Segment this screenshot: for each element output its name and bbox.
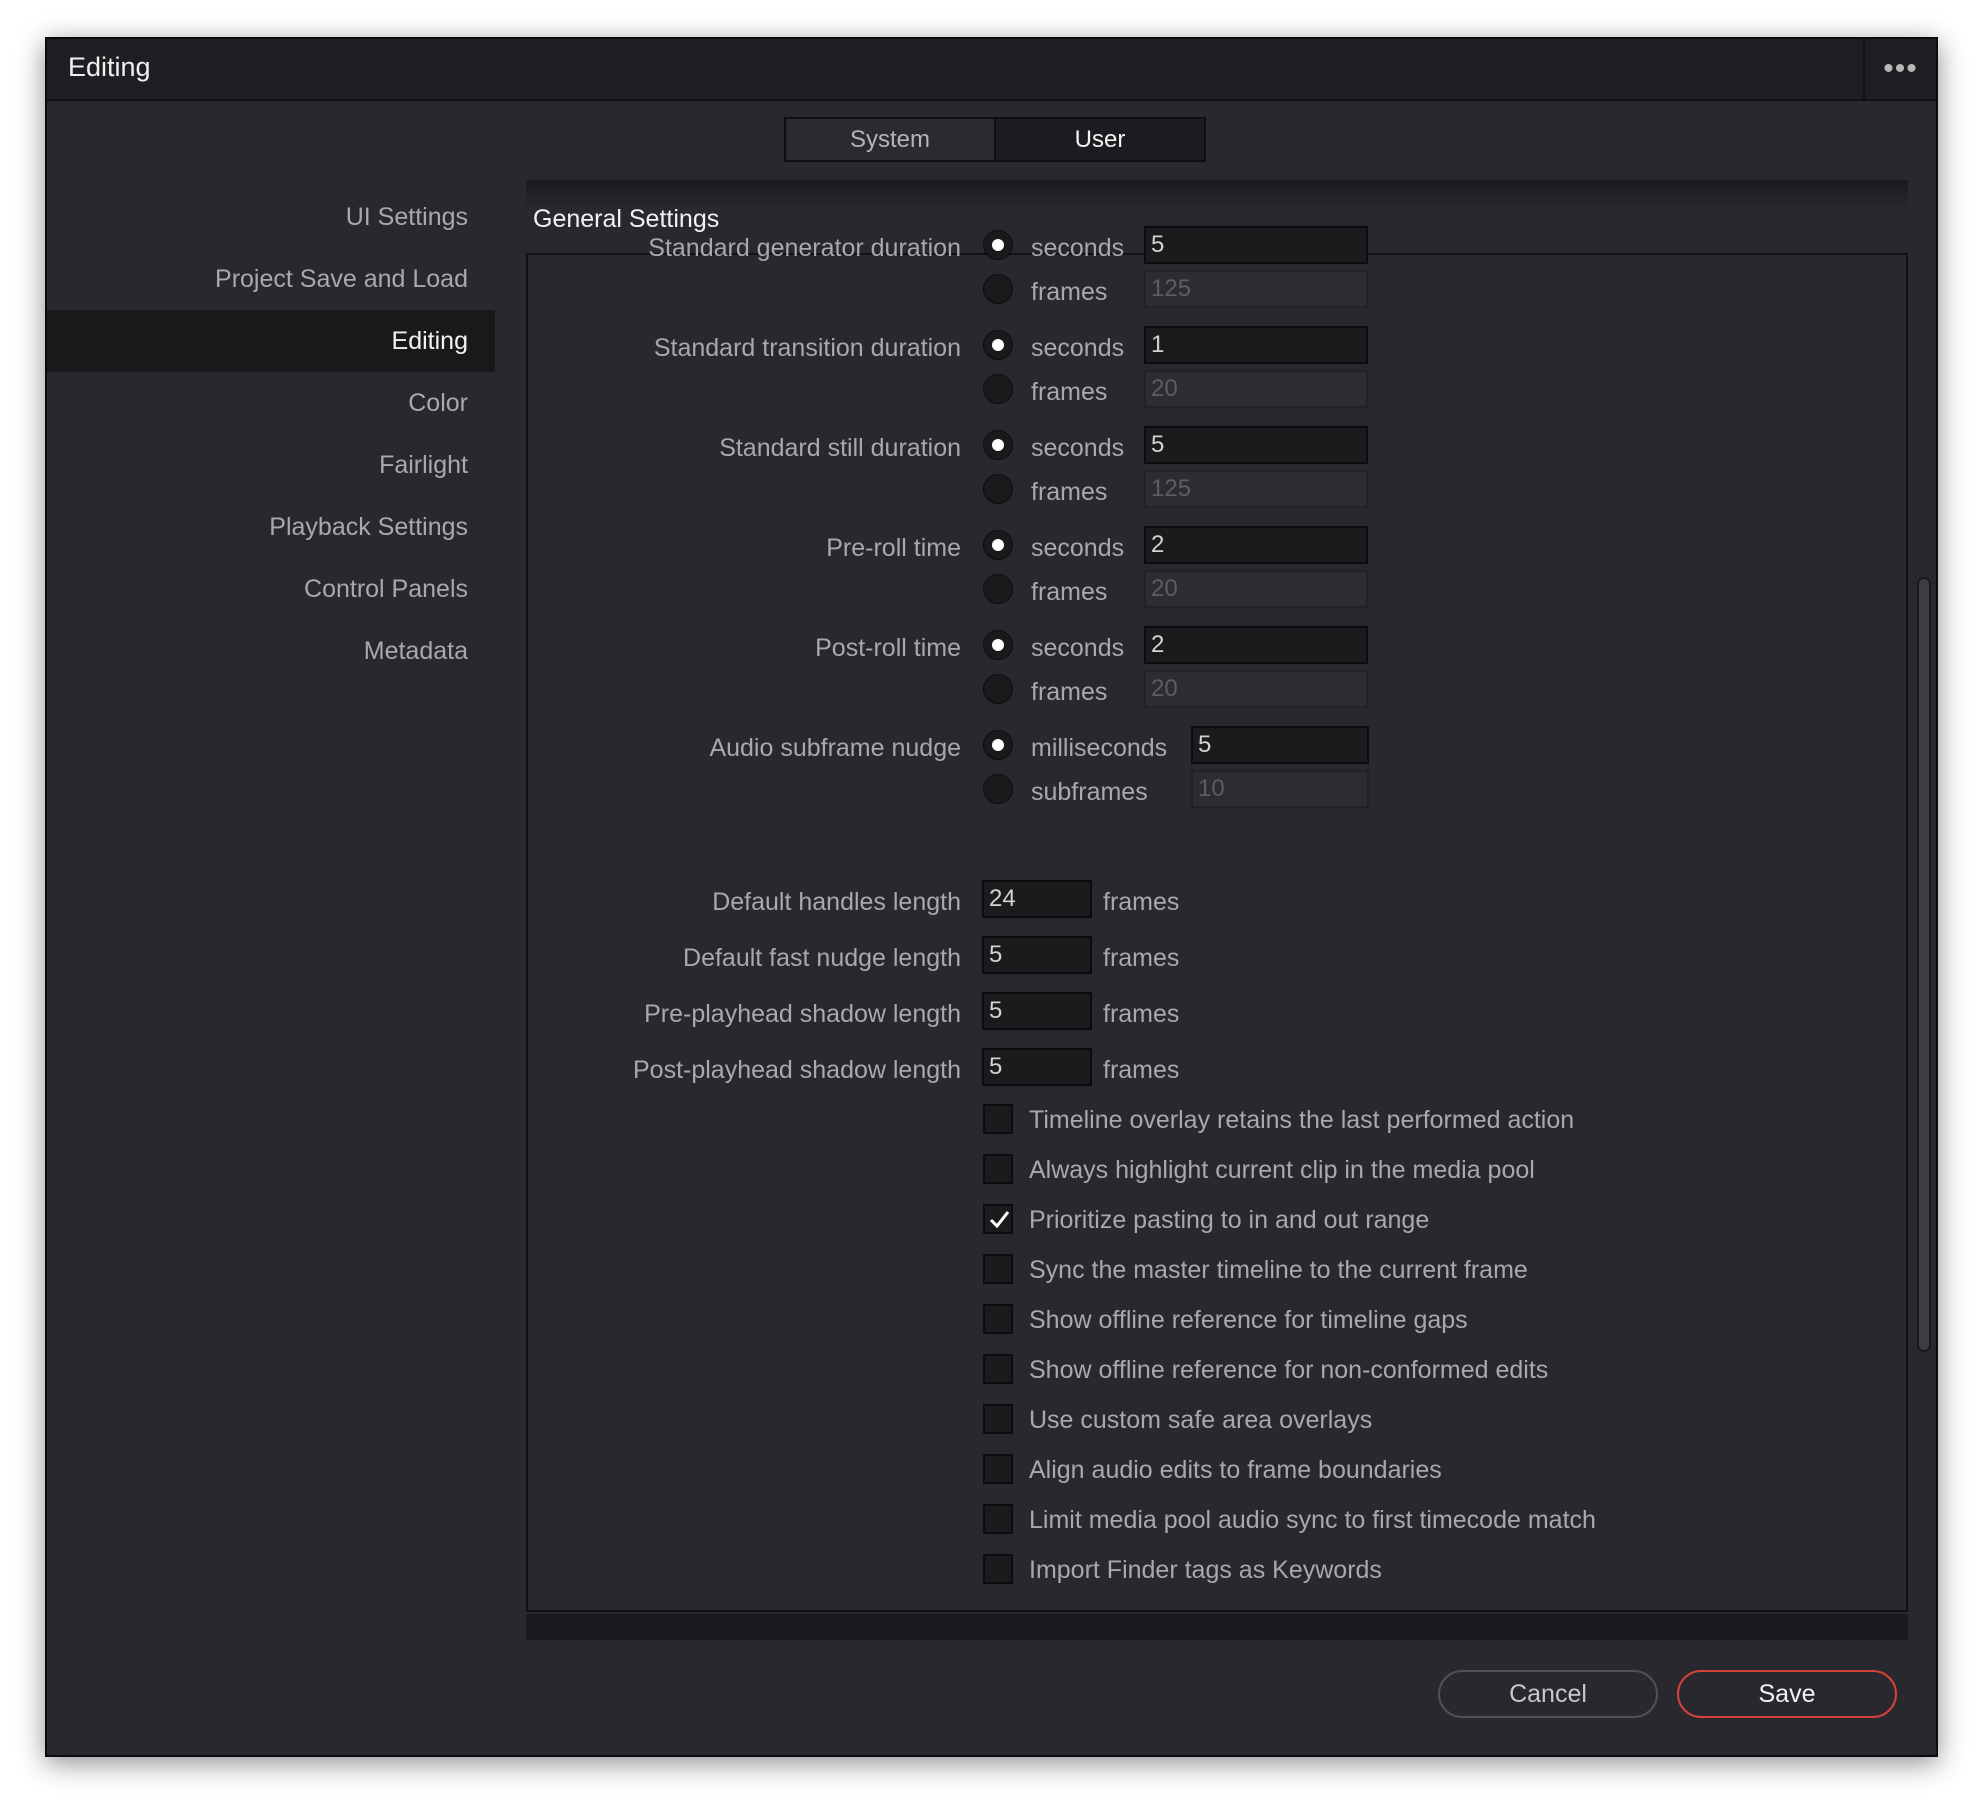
duration-label: Standard still duration bbox=[719, 434, 961, 462]
unit-radio[interactable] bbox=[983, 274, 1013, 304]
unit-radio[interactable] bbox=[983, 630, 1013, 660]
length-label: Default fast nudge length bbox=[683, 944, 961, 972]
title-bar: Editing ••• bbox=[47, 39, 1936, 101]
tab-user[interactable]: User bbox=[994, 119, 1204, 160]
sidebar-item-control-panels[interactable]: Control Panels bbox=[47, 558, 495, 620]
unit-radio[interactable] bbox=[983, 330, 1013, 360]
option-checkbox[interactable] bbox=[983, 1304, 1013, 1334]
length-label: Pre-playhead shadow length bbox=[644, 1000, 961, 1028]
window-title: Editing bbox=[68, 52, 151, 82]
checkbox-label: Align audio edits to frame boundaries bbox=[1029, 1456, 1442, 1484]
unit-label: seconds bbox=[1031, 534, 1125, 562]
unit-label: seconds bbox=[1031, 434, 1125, 462]
duration-value-input[interactable] bbox=[1144, 626, 1368, 664]
unit-radio[interactable] bbox=[983, 474, 1013, 504]
unit-radio[interactable] bbox=[983, 674, 1013, 704]
unit-label: frames bbox=[1031, 478, 1108, 506]
duration-value-input[interactable] bbox=[1144, 470, 1368, 508]
option-checkbox[interactable] bbox=[983, 1454, 1013, 1484]
unit-label: frames bbox=[1031, 378, 1108, 406]
sidebar-item-editing[interactable]: Editing bbox=[47, 310, 495, 372]
duration-label: Post-roll time bbox=[815, 634, 961, 662]
length-unit-label: frames bbox=[1103, 1056, 1180, 1084]
unit-radio[interactable] bbox=[983, 574, 1013, 604]
preferences-window: Editing ••• System User UI Settings Proj… bbox=[45, 37, 1938, 1757]
option-checkbox[interactable] bbox=[983, 1504, 1013, 1534]
section-title: General Settings bbox=[533, 205, 720, 233]
unit-radio[interactable] bbox=[983, 230, 1013, 260]
checkbox-label: Sync the master timeline to the current … bbox=[1029, 1256, 1528, 1284]
duration-value-input[interactable] bbox=[1144, 526, 1368, 564]
checkmark-icon bbox=[989, 1211, 1010, 1229]
length-value-input[interactable] bbox=[982, 880, 1092, 918]
length-value-input[interactable] bbox=[982, 936, 1092, 974]
duration-value-input[interactable] bbox=[1144, 326, 1368, 364]
tab-system[interactable]: System bbox=[786, 119, 994, 160]
checkbox-label: Limit media pool audio sync to first tim… bbox=[1029, 1506, 1596, 1534]
unit-radio[interactable] bbox=[983, 730, 1013, 760]
save-button[interactable]: Save bbox=[1677, 1670, 1897, 1718]
duration-label: Pre-roll time bbox=[826, 534, 961, 562]
duration-value-input[interactable] bbox=[1191, 770, 1369, 808]
unit-radio[interactable] bbox=[983, 774, 1013, 804]
duration-label: Standard transition duration bbox=[653, 334, 961, 362]
sidebar-item-fairlight[interactable]: Fairlight bbox=[47, 434, 495, 496]
checkbox-label: Timeline overlay retains the last perfor… bbox=[1029, 1106, 1575, 1134]
section-footer-bar bbox=[526, 1614, 1908, 1640]
unit-radio[interactable] bbox=[983, 430, 1013, 460]
unit-label: frames bbox=[1031, 278, 1108, 306]
checkbox-label: Show offline reference for timeline gaps bbox=[1029, 1306, 1468, 1334]
section-header-bar bbox=[526, 180, 1908, 210]
sidebar-item-metadata[interactable]: Metadata bbox=[47, 620, 495, 682]
sidebar-item-color[interactable]: Color bbox=[47, 372, 495, 434]
duration-label: Audio subframe nudge bbox=[709, 734, 961, 762]
length-unit-label: frames bbox=[1103, 888, 1180, 916]
more-options-button[interactable]: ••• bbox=[1863, 39, 1936, 99]
sidebar-item-ui-settings[interactable]: UI Settings bbox=[47, 186, 495, 248]
duration-value-input[interactable] bbox=[1144, 570, 1368, 608]
preference-tabs: System User bbox=[784, 117, 1206, 162]
unit-label: seconds bbox=[1031, 634, 1125, 662]
unit-radio[interactable] bbox=[983, 374, 1013, 404]
duration-value-input[interactable] bbox=[1144, 370, 1368, 408]
checkbox-label: Show offline reference for non-conformed… bbox=[1029, 1356, 1549, 1384]
length-unit-label: frames bbox=[1103, 944, 1180, 972]
sidebar-item-playback-settings[interactable]: Playback Settings bbox=[47, 496, 495, 558]
checkbox-label: Prioritize pasting to in and out range bbox=[1029, 1206, 1430, 1234]
length-unit-label: frames bbox=[1103, 1000, 1180, 1028]
length-label: Default handles length bbox=[712, 888, 961, 916]
length-value-input[interactable] bbox=[982, 992, 1092, 1030]
checkbox-label: Always highlight current clip in the med… bbox=[1029, 1156, 1535, 1184]
unit-label: seconds bbox=[1031, 334, 1125, 362]
option-checkbox[interactable] bbox=[983, 1404, 1013, 1434]
unit-label: seconds bbox=[1031, 234, 1125, 262]
sidebar: UI Settings Project Save and Load Editin… bbox=[47, 186, 495, 682]
cancel-button[interactable]: Cancel bbox=[1438, 1670, 1658, 1718]
length-label: Post-playhead shadow length bbox=[632, 1056, 961, 1084]
option-checkbox[interactable] bbox=[983, 1254, 1013, 1284]
duration-value-input[interactable] bbox=[1144, 226, 1368, 264]
option-checkbox[interactable] bbox=[983, 1554, 1013, 1584]
more-horizontal-icon: ••• bbox=[1883, 52, 1918, 85]
length-value-input[interactable] bbox=[982, 1048, 1092, 1086]
checkbox-label: Use custom safe area overlays bbox=[1029, 1406, 1373, 1434]
sidebar-item-project-save-and-load[interactable]: Project Save and Load bbox=[47, 248, 495, 310]
duration-value-input[interactable] bbox=[1144, 670, 1368, 708]
unit-label: milliseconds bbox=[1031, 734, 1168, 762]
checkbox-label: Import Finder tags as Keywords bbox=[1029, 1556, 1382, 1584]
duration-value-input[interactable] bbox=[1191, 726, 1369, 764]
duration-value-input[interactable] bbox=[1144, 270, 1368, 308]
unit-label: frames bbox=[1031, 678, 1108, 706]
option-checkbox[interactable] bbox=[983, 1204, 1013, 1234]
unit-label: frames bbox=[1031, 578, 1108, 606]
duration-value-input[interactable] bbox=[1144, 426, 1368, 464]
unit-radio[interactable] bbox=[983, 530, 1013, 560]
option-checkbox[interactable] bbox=[983, 1154, 1013, 1184]
duration-label: Standard generator duration bbox=[648, 234, 961, 262]
unit-label: subframes bbox=[1031, 778, 1148, 806]
vertical-scrollbar[interactable] bbox=[1917, 577, 1931, 1352]
option-checkbox[interactable] bbox=[983, 1354, 1013, 1384]
option-checkbox[interactable] bbox=[983, 1104, 1013, 1134]
